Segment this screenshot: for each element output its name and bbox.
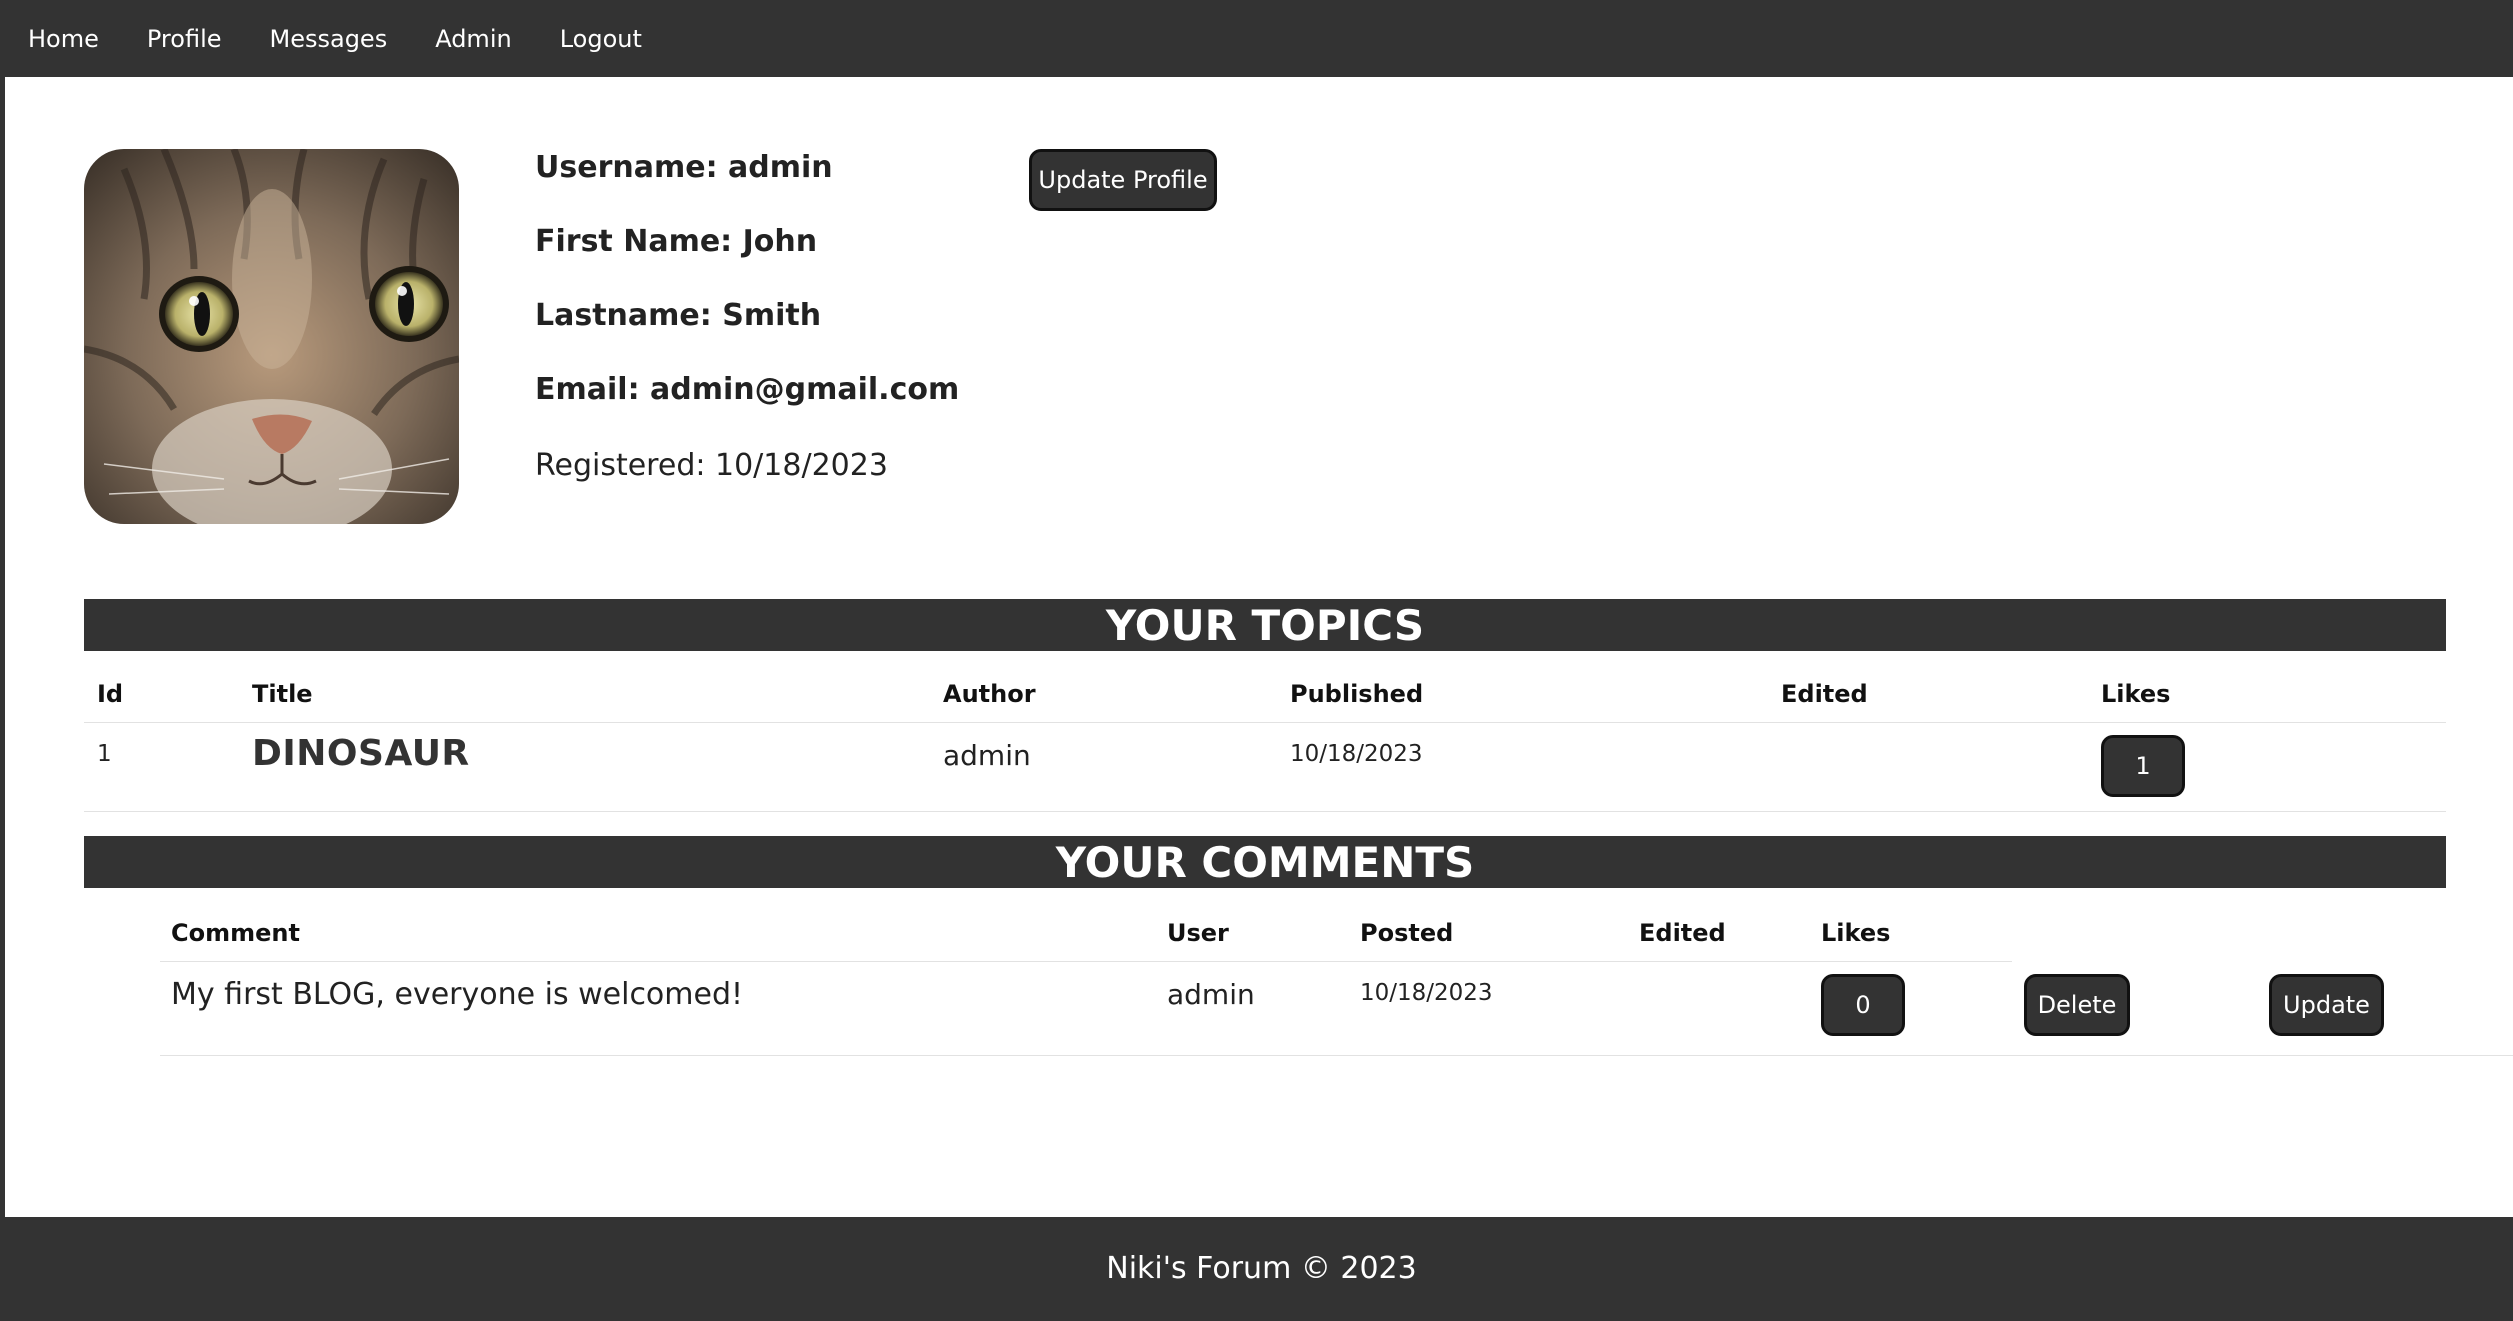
your-topics-heading: YOUR TOPICS <box>84 599 2446 651</box>
topic-id: 1 <box>97 741 112 767</box>
page-footer: Niki's Forum © 2023 <box>5 1217 2513 1321</box>
nav-logout-link[interactable]: Logout <box>560 25 642 53</box>
column-header-user: User <box>1167 919 1229 947</box>
footer-text: Niki's Forum © 2023 <box>1106 1251 1417 1286</box>
registered-text: Registered: 10/18/2023 <box>535 448 888 483</box>
topic-like-button[interactable]: 1 <box>2101 735 2185 797</box>
nav-messages-link[interactable]: Messages <box>270 25 388 53</box>
nav-home-link[interactable]: Home <box>28 25 99 53</box>
email-text: Email: admin@gmail.com <box>535 372 960 407</box>
top-navbar: Home Profile Messages Admin Logout <box>5 0 2513 77</box>
delete-comment-button[interactable]: Delete <box>2024 974 2130 1036</box>
column-header-likes: Likes <box>1821 919 1891 947</box>
column-header-edited: Edited <box>1639 919 1726 947</box>
update-profile-button[interactable]: Update Profile <box>1029 149 1217 211</box>
column-header-title: Title <box>252 680 313 708</box>
comment-user: admin <box>1167 978 1255 1011</box>
column-header-id: Id <box>97 680 124 708</box>
first-name-text: First Name: John <box>535 224 818 259</box>
column-header-likes: Likes <box>2101 680 2171 708</box>
topic-published: 10/18/2023 <box>1290 741 1423 767</box>
your-comments-heading: YOUR COMMENTS <box>84 836 2446 888</box>
topics-table-header: Id Title Author Published Edited Likes <box>84 676 2446 723</box>
comment-row: My first BLOG, everyone is welcomed! adm… <box>160 962 2513 1056</box>
last-name-text: Lastname: Smith <box>535 298 822 333</box>
column-header-author: Author <box>943 680 1036 708</box>
column-header-published: Published <box>1290 680 1424 708</box>
comment-posted: 10/18/2023 <box>1360 980 1493 1006</box>
comments-table-header: Comment User Posted Edited Likes <box>160 915 2012 962</box>
topic-row: 1 DINOSAUR admin 10/18/2023 1 <box>84 723 2446 812</box>
column-header-posted: Posted <box>1360 919 1454 947</box>
nav-profile-link[interactable]: Profile <box>147 25 222 53</box>
username-text: Username: admin <box>535 150 833 185</box>
cat-avatar-image <box>84 149 459 524</box>
profile-info: Username: admin First Name: John Lastnam… <box>535 148 959 520</box>
topic-title-link[interactable]: DINOSAUR <box>252 733 470 774</box>
nav-admin-link[interactable]: Admin <box>435 25 512 53</box>
column-header-edited: Edited <box>1781 680 1868 708</box>
topic-author: admin <box>943 739 1031 772</box>
comment-text: My first BLOG, everyone is welcomed! <box>171 977 744 1012</box>
column-header-comment: Comment <box>171 919 300 947</box>
profile-avatar <box>84 149 459 524</box>
update-comment-button[interactable]: Update <box>2269 974 2384 1036</box>
comment-like-button[interactable]: 0 <box>1821 974 1905 1036</box>
